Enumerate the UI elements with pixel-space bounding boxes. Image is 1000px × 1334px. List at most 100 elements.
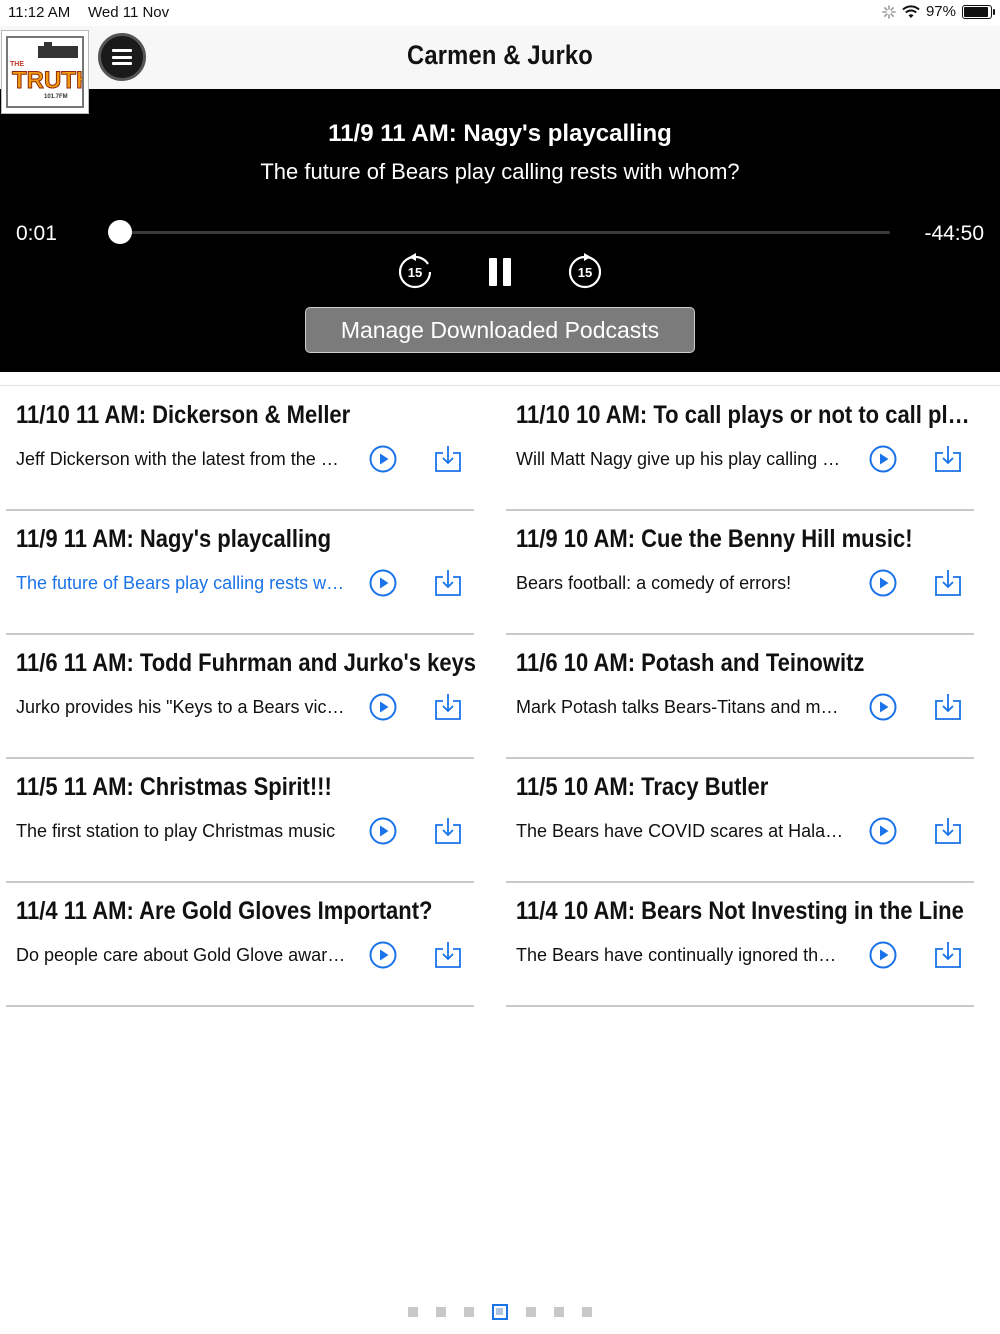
- download-icon: [433, 818, 463, 850]
- episode-description: Mark Potash talks Bears-Titans and more: [516, 697, 846, 717]
- episode-item[interactable]: 11/10 11 AM: Dickerson & Meller Jeff Dick…: [6, 387, 486, 511]
- episode-title: 11/4 11 AM: Are Gold Gloves Important?: [16, 897, 433, 925]
- episode-item[interactable]: 11/6 10 AM: Potash and Teinowitz Mark Pot…: [506, 635, 986, 759]
- page-dot[interactable]: [554, 1307, 564, 1317]
- forward-15-icon: 15: [568, 253, 602, 289]
- play-circle-icon: [869, 693, 897, 725]
- page-dot[interactable]: [464, 1307, 474, 1317]
- episode-separator: [6, 1005, 474, 1007]
- play-button[interactable]: [869, 941, 897, 969]
- activity-spinner-icon: [882, 4, 896, 19]
- episode-title: 11/6 10 AM: Potash and Teinowitz: [516, 649, 865, 677]
- page-title: Carmen & Jurko: [406, 40, 594, 70]
- status-date: Wed 11 Nov: [88, 4, 170, 21]
- skip-back-button[interactable]: 15: [395, 252, 435, 292]
- page-indicator[interactable]: [0, 1304, 1000, 1320]
- play-circle-icon: [869, 445, 897, 477]
- status-indicators: 97%: [882, 3, 995, 20]
- page-dot[interactable]: [492, 1304, 508, 1320]
- status-bar: 11:12 AM Wed 11 Nov 97%: [0, 0, 1000, 26]
- page-dot[interactable]: [408, 1307, 418, 1317]
- play-button[interactable]: [369, 941, 397, 969]
- play-button[interactable]: [869, 445, 897, 473]
- play-circle-icon: [869, 569, 897, 601]
- list-divider: [0, 385, 1000, 386]
- wifi-icon: [902, 4, 920, 18]
- episode-description: Do people care about Gold Glove awards?: [16, 945, 346, 965]
- skip-back-label: 15: [408, 265, 422, 280]
- page-dot[interactable]: [526, 1307, 536, 1317]
- download-icon: [933, 446, 963, 478]
- episode-separator: [506, 1005, 974, 1007]
- progress-thumb[interactable]: [108, 220, 132, 244]
- download-button[interactable]: [433, 568, 463, 598]
- episode-title: 11/9 10 AM: Cue the Benny Hill music!: [516, 525, 913, 553]
- download-button[interactable]: [933, 444, 963, 474]
- episode-item[interactable]: 11/4 10 AM: Bears Not Investing in the L…: [506, 883, 986, 1007]
- page-dot[interactable]: [436, 1307, 446, 1317]
- download-button[interactable]: [933, 568, 963, 598]
- download-icon: [933, 818, 963, 850]
- play-button[interactable]: [869, 693, 897, 721]
- play-circle-icon: [369, 445, 397, 477]
- episode-item[interactable]: 11/4 11 AM: Are Gold Gloves Important? Do…: [6, 883, 486, 1007]
- download-icon: [433, 446, 463, 478]
- episode-description: The first station to play Christmas musi…: [16, 821, 336, 841]
- episode-item[interactable]: 11/10 10 AM: To call plays or not to cal…: [506, 387, 986, 511]
- remaining-time: -44:50: [924, 222, 984, 245]
- play-circle-icon: [369, 569, 397, 601]
- download-icon: [933, 942, 963, 974]
- episode-item[interactable]: 11/5 11 AM: Christmas Spirit!!! The first…: [6, 759, 486, 883]
- play-circle-icon: [369, 817, 397, 849]
- episode-item[interactable]: 11/9 11 AM: Nagy's playcalling The future…: [6, 511, 486, 635]
- play-button[interactable]: [369, 569, 397, 597]
- download-button[interactable]: [933, 692, 963, 722]
- play-button[interactable]: [369, 445, 397, 473]
- episode-description: Jeff Dickerson with the latest from the …: [16, 449, 346, 469]
- logo-frame: THE TRUTH 101.7FM: [6, 36, 84, 108]
- play-button[interactable]: [369, 693, 397, 721]
- status-time: 11:12 AM: [8, 4, 71, 21]
- elapsed-time: 0:01: [16, 222, 57, 245]
- page-dot[interactable]: [582, 1307, 592, 1317]
- pause-icon: [489, 258, 511, 286]
- download-button[interactable]: [933, 940, 963, 970]
- download-button[interactable]: [433, 692, 463, 722]
- battery-icon: [962, 4, 995, 19]
- download-icon: [933, 570, 963, 602]
- episode-title: 11/4 10 AM: Bears Not Investing in the L…: [516, 897, 964, 925]
- svg-text:TRUTH: TRUTH: [12, 67, 82, 94]
- download-icon: [433, 570, 463, 602]
- episode-item[interactable]: 11/5 10 AM: Tracy Butler The Bears have C…: [506, 759, 986, 883]
- play-button[interactable]: [869, 569, 897, 597]
- download-button[interactable]: [433, 940, 463, 970]
- episode-title: 11/9 11 AM: Nagy's playcalling: [16, 525, 332, 553]
- manage-downloads-button[interactable]: Manage Downloaded Podcasts: [305, 307, 695, 353]
- episode-description: Bears football: a comedy of errors!: [516, 573, 792, 593]
- progress-slider[interactable]: [108, 220, 890, 244]
- episode-description: The future of Bears play calling rests w…: [16, 573, 346, 593]
- svg-text:101.7FM: 101.7FM: [44, 94, 68, 100]
- pause-button[interactable]: [480, 252, 520, 292]
- episode-title: 11/10 11 AM: Dickerson & Meller: [16, 401, 351, 429]
- episode-item[interactable]: 11/6 11 AM: Todd Fuhrman and Jurko's key…: [6, 635, 486, 759]
- download-icon: [433, 694, 463, 726]
- station-logo[interactable]: THE TRUTH 101.7FM: [1, 30, 89, 114]
- play-button[interactable]: [869, 817, 897, 845]
- now-playing-description: The future of Bears play calling rests w…: [260, 159, 740, 184]
- rewind-15-icon: 15: [398, 253, 432, 289]
- the-truth-logo: THE TRUTH 101.7FM: [10, 42, 82, 100]
- play-button[interactable]: [369, 817, 397, 845]
- download-icon: [933, 694, 963, 726]
- episode-description: The Bears have continually ignored the l…: [516, 945, 846, 965]
- battery-percent: 97%: [925, 3, 956, 20]
- episode-description: Will Matt Nagy give up his play calling …: [516, 449, 846, 469]
- download-button[interactable]: [933, 816, 963, 846]
- skip-forward-button[interactable]: 15: [565, 252, 605, 292]
- episode-description: Jurko provides his "Keys to a Bears vict…: [16, 697, 346, 717]
- play-circle-icon: [869, 817, 897, 849]
- episode-item[interactable]: 11/9 10 AM: Cue the Benny Hill music! Bea…: [506, 511, 986, 635]
- episode-title: 11/10 10 AM: To call plays or not to cal…: [516, 401, 978, 429]
- download-button[interactable]: [433, 816, 463, 846]
- download-button[interactable]: [433, 444, 463, 474]
